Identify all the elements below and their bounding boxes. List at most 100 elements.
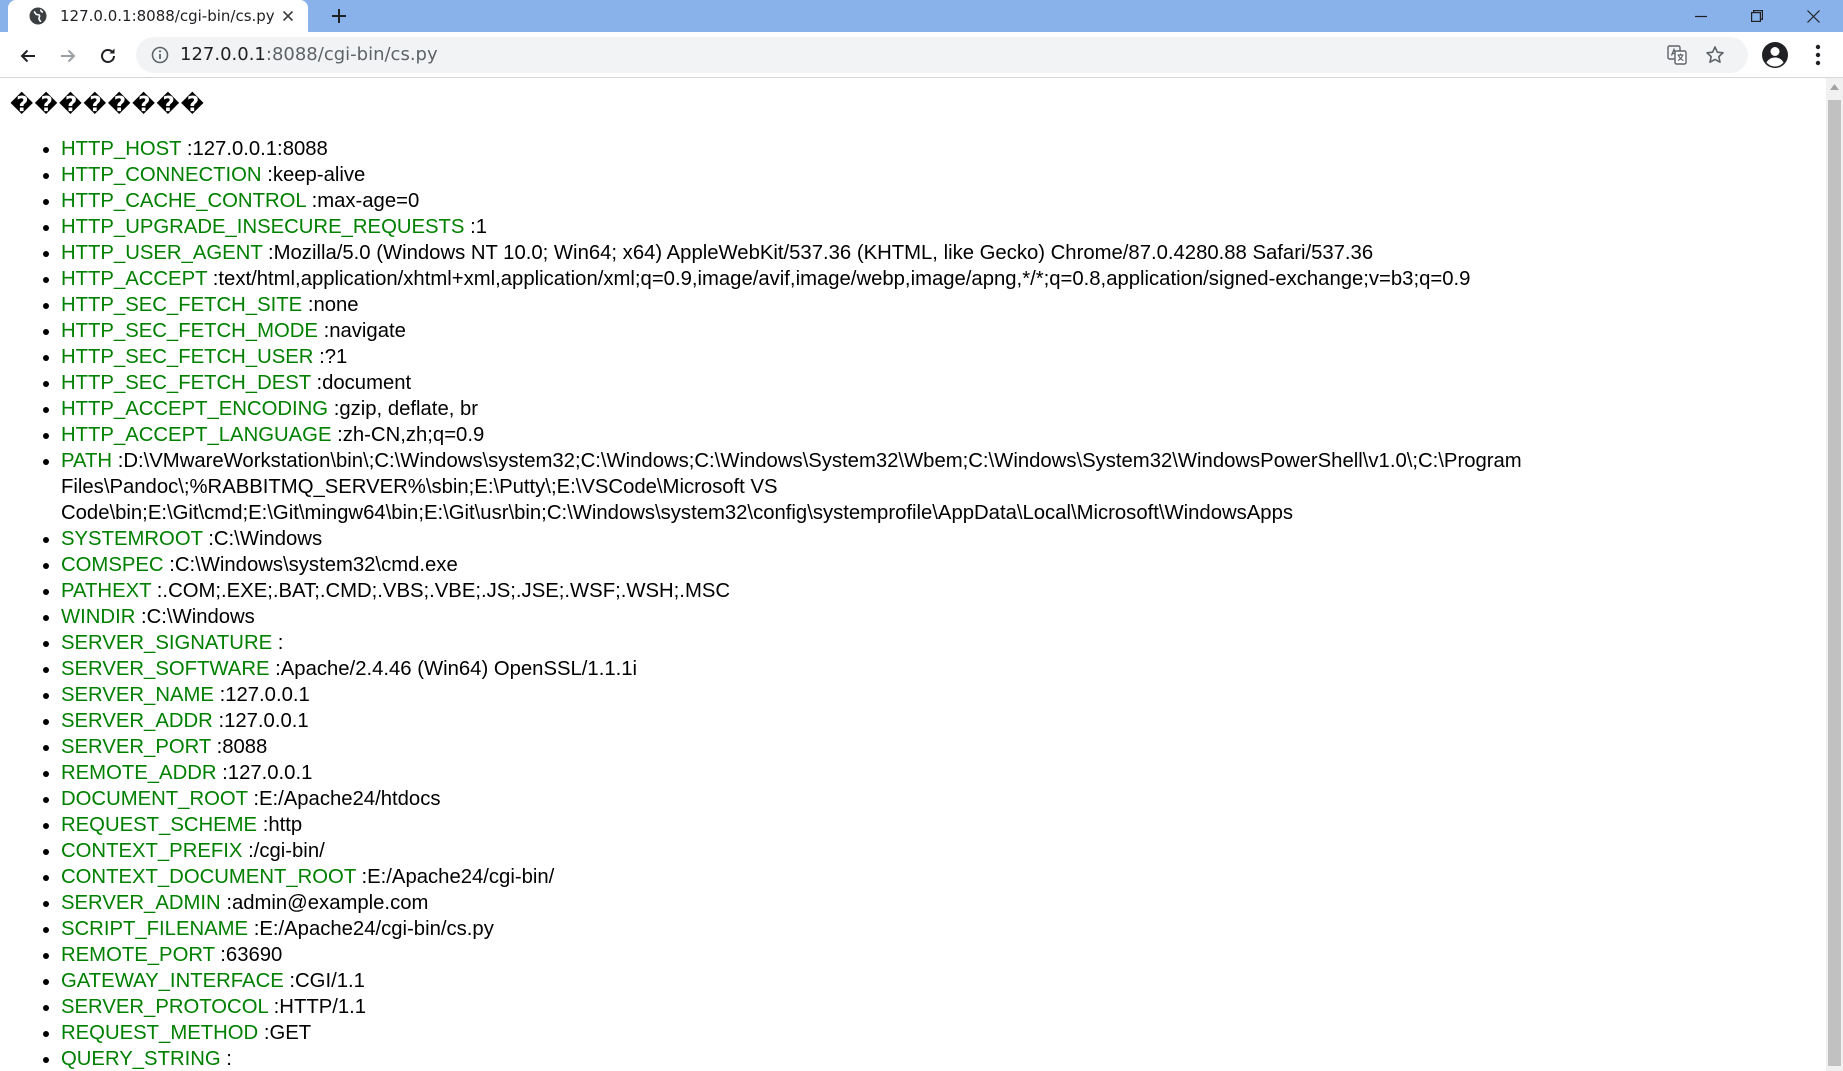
env-variable-value: :http <box>262 814 303 836</box>
scroll-up-arrow-icon[interactable] <box>1826 78 1843 95</box>
env-variable-item: QUERY_STRING : <box>61 1046 1701 1071</box>
browser-menu-button[interactable] <box>1808 40 1828 70</box>
env-variable-item: SYSTEMROOT :C:\Windows <box>61 526 1701 552</box>
env-variable-value: :?1 <box>319 346 348 368</box>
vertical-scrollbar[interactable] <box>1826 78 1843 1071</box>
env-variable-value: :Mozilla/5.0 (Windows NT 10.0; Win64; x6… <box>268 242 1374 264</box>
env-variable-item: SERVER_PORT :8088 <box>61 734 1701 760</box>
translate-icon[interactable] <box>1666 44 1688 66</box>
env-variable-item: SERVER_SIGNATURE : <box>61 630 1701 656</box>
arrow-left-icon <box>18 46 38 66</box>
env-variable-value: :HTTP/1.1 <box>273 996 367 1018</box>
env-variable-item: SERVER_ADMIN :admin@example.com <box>61 890 1701 916</box>
env-variable-item: COMSPEC :C:\Windows\system32\cmd.exe <box>61 552 1701 578</box>
env-variable-item: REQUEST_METHOD :GET <box>61 1020 1701 1046</box>
env-variable-item: CONTEXT_DOCUMENT_ROOT :E:/Apache24/cgi-b… <box>61 864 1701 890</box>
env-variable-value: :63690 <box>220 944 283 966</box>
env-variable-key: HTTP_ACCEPT_ENCODING <box>61 398 329 420</box>
env-variable-key: DOCUMENT_ROOT <box>61 788 248 810</box>
env-variable-value: :admin@example.com <box>226 892 429 914</box>
minimize-button[interactable] <box>1673 0 1729 32</box>
env-variable-key: PATHEXT <box>61 580 152 602</box>
env-variable-value: :127.0.0.1:8088 <box>186 138 328 160</box>
close-window-icon <box>1806 9 1820 23</box>
env-variable-key: HTTP_HOST <box>61 138 182 160</box>
env-variable-key: HTTP_UPGRADE_INSECURE_REQUESTS <box>61 216 465 238</box>
env-variable-key: SCRIPT_FILENAME <box>61 918 249 940</box>
env-variable-item: WINDIR :C:\Windows <box>61 604 1701 630</box>
account-icon <box>1761 41 1789 69</box>
reload-button[interactable] <box>94 42 122 70</box>
env-variable-value: :C:\Windows\system32\cmd.exe <box>169 554 458 576</box>
env-variable-item: HTTP_ACCEPT_LANGUAGE :zh-CN,zh;q=0.9 <box>61 422 1701 448</box>
close-window-button[interactable] <box>1785 0 1841 32</box>
env-variable-key: SERVER_ADDR <box>61 710 213 732</box>
env-variable-item: HTTP_SEC_FETCH_MODE :navigate <box>61 318 1701 344</box>
globe-icon <box>28 6 48 26</box>
env-variable-item: SERVER_ADDR :127.0.0.1 <box>61 708 1701 734</box>
env-variable-item: REMOTE_PORT :63690 <box>61 942 1701 968</box>
env-variable-value: :1 <box>470 216 488 238</box>
env-variable-key: REQUEST_METHOD <box>61 1022 259 1044</box>
env-variable-value: :gzip, deflate, br <box>333 398 479 420</box>
env-variable-item: HTTP_SEC_FETCH_DEST :document <box>61 370 1701 396</box>
env-variable-item: SERVER_NAME :127.0.0.1 <box>61 682 1701 708</box>
browser-toolbar: 127.0.0.1:8088/cgi-bin/cs.py <box>0 32 1843 78</box>
tab-title: 127.0.0.1:8088/cgi-bin/cs.py <box>60 7 275 25</box>
env-variable-key: SERVER_SIGNATURE <box>61 632 273 654</box>
env-variable-value: :navigate <box>323 320 406 342</box>
arrow-right-icon <box>58 46 78 66</box>
env-variable-key: PATH <box>61 450 113 472</box>
env-variable-key: HTTP_USER_AGENT <box>61 242 263 264</box>
new-tab-button[interactable] <box>326 3 352 29</box>
env-variable-item: REQUEST_SCHEME :http <box>61 812 1701 838</box>
env-variable-item: CONTEXT_PREFIX :/cgi-bin/ <box>61 838 1701 864</box>
env-variable-key: SERVER_PROTOCOL <box>61 996 269 1018</box>
env-variable-value: : <box>226 1048 232 1070</box>
env-variable-key: HTTP_CONNECTION <box>61 164 262 186</box>
env-variable-value: :127.0.0.1 <box>218 710 309 732</box>
env-variable-key: REQUEST_SCHEME <box>61 814 258 836</box>
browser-tab[interactable]: 127.0.0.1:8088/cgi-bin/cs.py <box>8 0 308 32</box>
address-bar[interactable]: 127.0.0.1:8088/cgi-bin/cs.py <box>136 37 1748 73</box>
env-variable-value: :E:/Apache24/htdocs <box>253 788 441 810</box>
env-variable-key: HTTP_SEC_FETCH_DEST <box>61 372 311 394</box>
env-variable-value: :127.0.0.1 <box>222 762 313 784</box>
plus-icon <box>331 8 347 24</box>
env-variable-key: REMOTE_PORT <box>61 944 215 966</box>
profile-button[interactable] <box>1760 40 1790 70</box>
env-variable-item: PATH :D:\VMwareWorkstation\bin\;C:\Windo… <box>61 448 1701 526</box>
env-variable-key: COMSPEC <box>61 554 164 576</box>
tab-strip: 127.0.0.1:8088/cgi-bin/cs.py <box>0 0 1843 32</box>
info-icon[interactable] <box>150 45 170 65</box>
forward-button[interactable] <box>54 42 82 70</box>
env-variable-value: :Apache/2.4.46 (Win64) OpenSSL/1.1.1i <box>275 658 638 680</box>
env-variable-key: HTTP_ACCEPT_LANGUAGE <box>61 424 332 446</box>
env-variable-value: :E:/Apache24/cgi-bin/ <box>361 866 555 888</box>
env-variable-item: DOCUMENT_ROOT :E:/Apache24/htdocs <box>61 786 1701 812</box>
scrollbar-thumb[interactable] <box>1828 100 1841 1066</box>
env-variable-item: HTTP_CONNECTION :keep-alive <box>61 162 1701 188</box>
page-heading: �������� <box>10 92 206 116</box>
restore-button[interactable] <box>1729 0 1785 32</box>
env-variable-item: GATEWAY_INTERFACE :CGI/1.1 <box>61 968 1701 994</box>
env-variable-value: :zh-CN,zh;q=0.9 <box>337 424 485 446</box>
env-variable-value: :keep-alive <box>267 164 366 186</box>
close-icon[interactable] <box>278 6 298 26</box>
env-variable-value: :127.0.0.1 <box>219 684 310 706</box>
env-variable-item: REMOTE_ADDR :127.0.0.1 <box>61 760 1701 786</box>
env-variable-key: SYSTEMROOT <box>61 528 203 550</box>
env-variable-key: HTTP_SEC_FETCH_MODE <box>61 320 318 342</box>
url-text[interactable]: 127.0.0.1:8088/cgi-bin/cs.py <box>180 44 438 66</box>
env-variable-value: :text/html,application/xhtml+xml,applica… <box>212 268 1471 290</box>
env-variable-key: SERVER_PORT <box>61 736 211 758</box>
star-icon[interactable] <box>1704 44 1726 66</box>
env-variable-item: PATHEXT :.COM;.EXE;.BAT;.CMD;.VBS;.VBE;.… <box>61 578 1701 604</box>
env-variable-item: HTTP_ACCEPT :text/html,application/xhtml… <box>61 266 1701 292</box>
back-button[interactable] <box>14 42 42 70</box>
env-variable-key: HTTP_SEC_FETCH_USER <box>61 346 314 368</box>
env-variable-value: :E:/Apache24/cgi-bin/cs.py <box>253 918 494 940</box>
env-variable-value: :document <box>316 372 412 394</box>
env-variable-item: SERVER_PROTOCOL :HTTP/1.1 <box>61 994 1701 1020</box>
env-variable-key: GATEWAY_INTERFACE <box>61 970 284 992</box>
